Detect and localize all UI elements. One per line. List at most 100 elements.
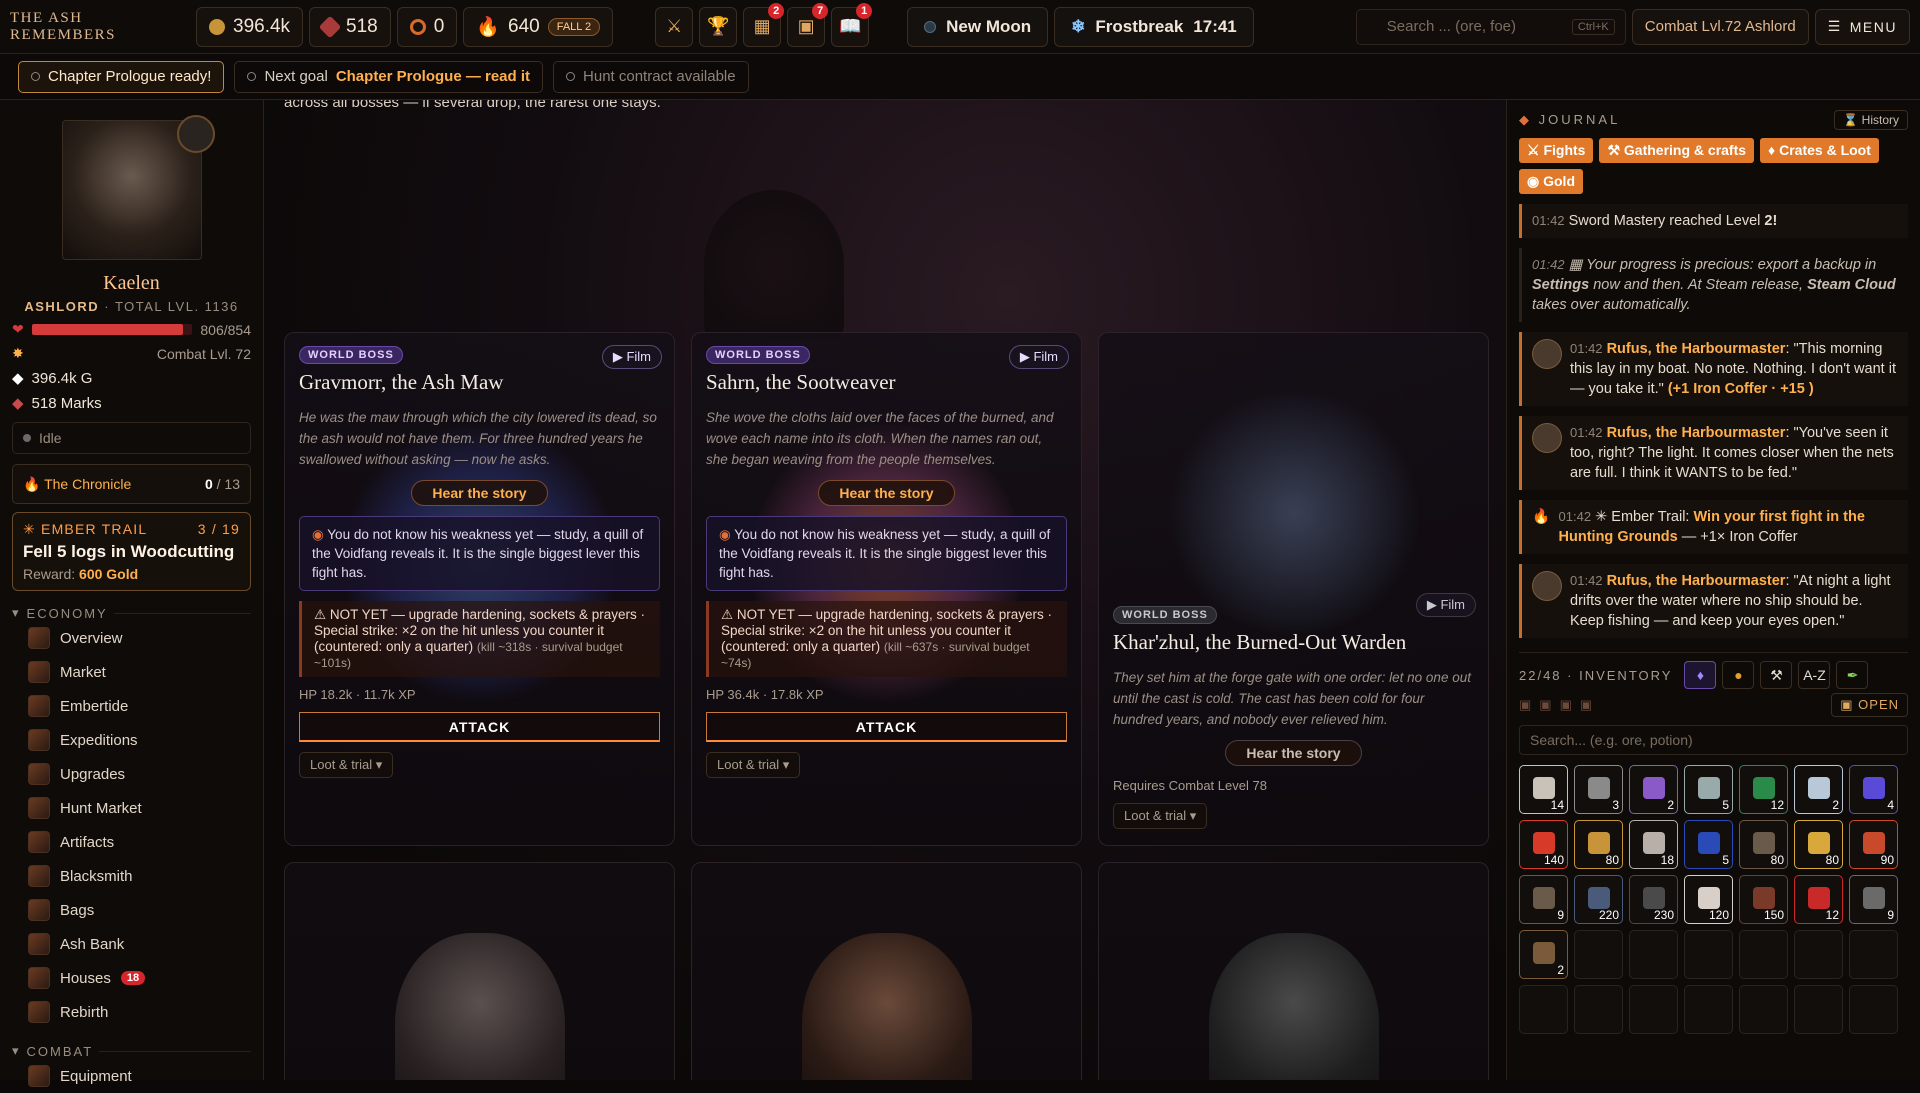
inventory-search-input[interactable]: Search... (e.g. ore, potion) — [1519, 725, 1908, 755]
attack-button[interactable]: ATTACK — [299, 712, 660, 742]
sidebar-item-market[interactable]: Market — [12, 655, 251, 689]
inventory-slot[interactable]: 4 — [1849, 765, 1898, 814]
inventory-slot-empty[interactable] — [1574, 985, 1623, 1034]
inventory-slot-empty[interactable] — [1629, 985, 1678, 1034]
gold-counter[interactable]: 396.4k — [196, 6, 304, 47]
inventory-slot[interactable]: 2 — [1519, 930, 1568, 979]
combat-level-chip[interactable]: Combat Lvl.72 Ashlord — [1631, 8, 1809, 45]
sidebar-item-rebirth[interactable]: Rebirth — [12, 995, 251, 1029]
quests-button[interactable]: ▦ 2 — [743, 2, 785, 47]
embers-counter[interactable]: 🔥 640 FALL 2 — [463, 6, 614, 47]
inventory-slot-empty[interactable] — [1519, 985, 1568, 1034]
open-crates-button[interactable]: ▣ OPEN — [1831, 693, 1908, 717]
inventory-slot-empty[interactable] — [1849, 930, 1898, 979]
hear-story-button[interactable]: Hear the story — [1225, 740, 1362, 766]
filter-fights[interactable]: ⚔ Fights — [1519, 138, 1594, 163]
inventory-slot-empty[interactable] — [1574, 930, 1623, 979]
economy-section-header[interactable]: ▾ ECONOMY — [12, 605, 251, 621]
loot-trial-dropdown[interactable]: Loot & trial ▾ — [299, 752, 394, 778]
sidebar-item-houses[interactable]: Houses 18 — [12, 961, 251, 995]
chronicle-button[interactable]: 🔥 The Chronicle 0 / 13 — [12, 464, 251, 504]
inventory-slot[interactable]: 230 — [1629, 875, 1678, 924]
inventory-slot[interactable]: 3 — [1574, 765, 1623, 814]
sidebar-item-artifacts[interactable]: Artifacts — [12, 825, 251, 859]
hear-story-button[interactable]: Hear the story — [411, 480, 548, 506]
sort-az-button[interactable]: A-Z — [1798, 661, 1831, 689]
avatar-frame-icon[interactable] — [176, 115, 215, 153]
readiness-warning: ⚠ NOT YET — upgrade hardening, sockets &… — [706, 601, 1067, 677]
inventory-slot-empty[interactable] — [1739, 930, 1788, 979]
inventory-slot[interactable]: 80 — [1794, 820, 1843, 869]
inventory-slot-empty[interactable] — [1794, 985, 1843, 1034]
inventory-slot[interactable]: 140 — [1519, 820, 1568, 869]
next-goal-chip[interactable]: Next goal Chapter Prologue — read it — [234, 60, 544, 93]
filter-gems-button[interactable]: ♦ — [1684, 661, 1717, 689]
filter-gold[interactable]: ◉ Gold — [1519, 169, 1583, 194]
inventory-slot-empty[interactable] — [1739, 985, 1788, 1034]
sidebar-item-label: Bags — [60, 901, 95, 919]
chapter-ready-chip[interactable]: Chapter Prologue ready! — [18, 60, 225, 93]
activity-status[interactable]: Idle — [12, 422, 251, 454]
inventory-slot[interactable]: 5 — [1684, 765, 1733, 814]
inventory-slot[interactable]: 120 — [1684, 875, 1733, 924]
inventory-slot[interactable]: 2 — [1794, 765, 1843, 814]
sidebar-item-equipment[interactable]: Equipment — [12, 1059, 251, 1093]
ember-trail-card[interactable]: ✳ EMBER TRAIL 3 / 19 Fell 5 logs in Woodc… — [12, 512, 251, 591]
inventory-slot[interactable]: 12 — [1794, 875, 1843, 924]
sidebar-item-upgrades[interactable]: Upgrades — [12, 757, 251, 791]
sidebar-item-overview[interactable]: Overview — [12, 621, 251, 655]
inventory-slot[interactable]: 80 — [1574, 820, 1623, 869]
sidebar-item-hunt-market[interactable]: Hunt Market — [12, 791, 251, 825]
menu-button[interactable]: ☰ MENU — [1814, 8, 1910, 45]
filter-gathering[interactable]: ⚒ Gathering & crafts — [1599, 138, 1755, 163]
inventory-slot[interactable]: 12 — [1739, 765, 1788, 814]
film-button[interactable]: ▶ Film — [1415, 593, 1476, 617]
feather-button[interactable]: ✒ — [1836, 661, 1869, 689]
inventory-slot[interactable]: 150 — [1739, 875, 1788, 924]
crates-button[interactable]: ▣ 7 — [787, 2, 829, 47]
inventory-slot[interactable]: 80 — [1739, 820, 1788, 869]
menu-icon: ☰ — [1827, 18, 1842, 34]
inventory-slot[interactable]: 90 — [1849, 820, 1898, 869]
sidebar-item-expeditions[interactable]: Expeditions — [12, 723, 251, 757]
gold-coin-icon — [209, 18, 225, 35]
weather-clock[interactable]: ❄ Frostbreak 17:41 — [1054, 6, 1254, 47]
inventory-slot-empty[interactable] — [1684, 985, 1733, 1034]
inventory-slot-empty[interactable] — [1849, 985, 1898, 1034]
filter-resources-button[interactable]: ● — [1722, 661, 1755, 689]
inventory-slot[interactable]: 9 — [1849, 875, 1898, 924]
sword-button[interactable]: ⚔ — [655, 6, 694, 47]
sidebar-item-bags[interactable]: Bags — [12, 893, 251, 927]
inventory-slot-empty[interactable] — [1629, 930, 1678, 979]
global-search[interactable]: Search ... (ore, foe) Ctrl+K — [1355, 8, 1626, 45]
hear-story-button[interactable]: Hear the story — [818, 480, 955, 506]
tokens-counter[interactable]: 0 — [396, 6, 458, 47]
codex-button[interactable]: 📖 1 — [831, 2, 873, 47]
sidebar-item-ash-bank[interactable]: Ash Bank — [12, 927, 251, 961]
inventory-slot[interactable]: 5 — [1684, 820, 1733, 869]
inventory-slot[interactable]: 9 — [1519, 875, 1568, 924]
marks-counter[interactable]: 518 — [309, 6, 391, 47]
inventory-slot[interactable]: 220 — [1574, 875, 1623, 924]
combat-section-header[interactable]: ▾ COMBAT — [12, 1043, 251, 1059]
film-button[interactable]: ▶ Film — [601, 345, 662, 369]
moon-phase[interactable]: New Moon — [907, 6, 1049, 47]
inventory-slot-empty[interactable] — [1794, 930, 1843, 979]
sidebar-item-embertide[interactable]: Embertide — [12, 689, 251, 723]
film-button[interactable]: ▶ Film — [1008, 345, 1069, 369]
attack-button[interactable]: ATTACK — [706, 712, 1067, 742]
loot-trial-dropdown[interactable]: Loot & trial ▾ — [706, 752, 801, 778]
inventory-slot[interactable]: 2 — [1629, 765, 1678, 814]
history-button[interactable]: ⌛ History — [1834, 110, 1908, 130]
filter-tools-button[interactable]: ⚒ — [1760, 661, 1793, 689]
filter-crates[interactable]: ♦ Crates & Loot — [1760, 138, 1879, 163]
hero-portrait[interactable] — [61, 115, 215, 260]
inventory-slot[interactable]: 18 — [1629, 820, 1678, 869]
loot-trial-dropdown[interactable]: Loot & trial ▾ — [1113, 803, 1208, 829]
hunt-contract-chip[interactable]: Hunt contract available — [553, 60, 749, 93]
trophy-button[interactable]: 🏆 — [699, 6, 738, 47]
inventory-slot-empty[interactable] — [1684, 930, 1733, 979]
inventory-slot[interactable]: 14 — [1519, 765, 1568, 814]
sidebar-item-blacksmith[interactable]: Blacksmith — [12, 859, 251, 893]
item-count: 80 — [1770, 853, 1784, 867]
